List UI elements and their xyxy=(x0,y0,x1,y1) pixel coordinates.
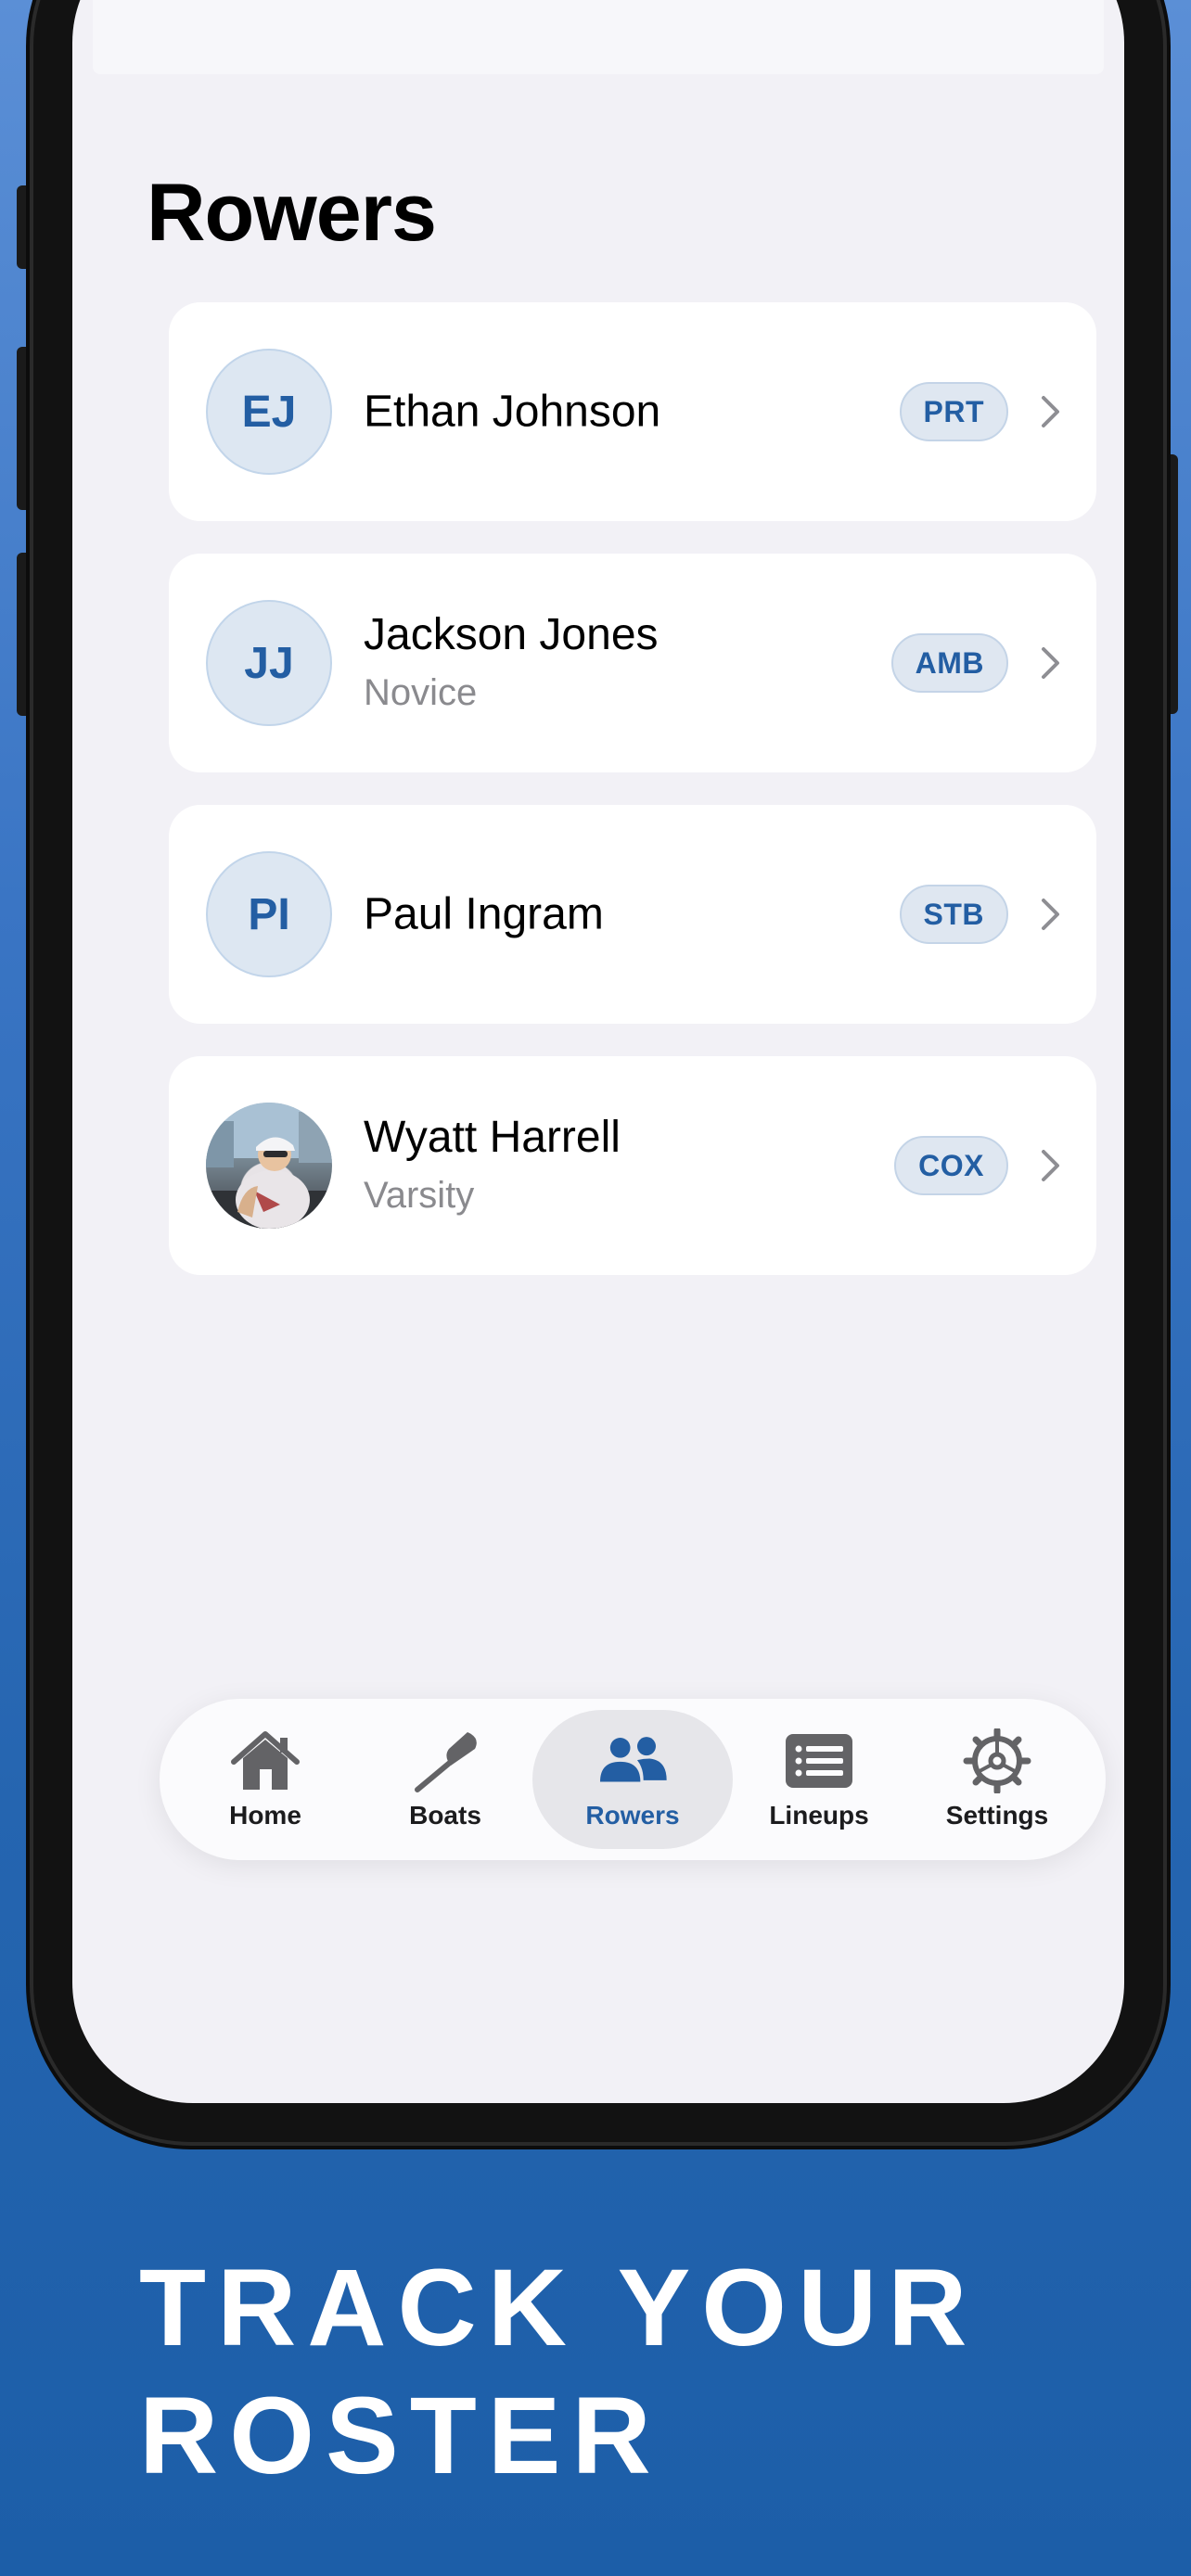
rower-subtitle: Novice xyxy=(364,672,478,713)
tagline-line-2: ROSTER xyxy=(139,2375,662,2497)
tab-label: Rowers xyxy=(585,1801,680,1830)
rower-name: Jackson Jones xyxy=(364,610,659,659)
tab-label: Lineups xyxy=(769,1801,869,1830)
rower-subtitle: Varsity xyxy=(364,1175,475,1216)
tab-rowers[interactable]: Rowers xyxy=(532,1710,733,1849)
phone-volume-down-button xyxy=(17,553,32,716)
tagline-line-1: TRACK YOUR xyxy=(139,2247,979,2369)
tab-settings[interactable]: Settings xyxy=(918,1710,1076,1849)
rower-row[interactable]: Wyatt Harrell Varsity COX xyxy=(169,1056,1096,1275)
phone-screen: Rowers EJ Ethan Johnson PRT JJ Jackson J… xyxy=(72,0,1124,2103)
position-badge: STB xyxy=(899,885,1008,944)
phone-frame: Rowers EJ Ethan Johnson PRT JJ Jackson J… xyxy=(33,0,1163,2142)
tab-label: Settings xyxy=(945,1801,1049,1830)
avatar-initials: PI xyxy=(248,889,290,939)
rower-name: Wyatt Harrell xyxy=(364,1113,621,1162)
rower-name: Paul Ingram xyxy=(364,889,604,939)
rower-name: Ethan Johnson xyxy=(364,387,661,437)
rowers-list: EJ Ethan Johnson PRT JJ Jackson Jones No… xyxy=(169,302,1096,1307)
list-icon xyxy=(786,1734,852,1788)
phone-power-button xyxy=(1163,454,1178,714)
oar-icon xyxy=(415,1732,477,1792)
position-badge: AMB xyxy=(890,633,1008,693)
tab-home[interactable]: Home xyxy=(191,1710,339,1849)
navigation-bar xyxy=(93,0,1104,74)
tab-lineups[interactable]: Lineups xyxy=(740,1710,898,1849)
gear-icon xyxy=(963,1728,1031,1793)
people-icon xyxy=(600,1737,667,1782)
position-badge: PRT xyxy=(899,382,1008,441)
chevron-right-icon xyxy=(1042,396,1059,427)
position-badge: COX xyxy=(894,1136,1008,1195)
house-icon xyxy=(231,1731,300,1790)
phone-side-button xyxy=(17,185,32,269)
rower-photo-image xyxy=(206,1103,332,1229)
avatar-initials: EJ xyxy=(241,387,297,437)
marketing-tagline: TRACK YOUR ROSTER xyxy=(139,2244,979,2500)
chevron-right-icon xyxy=(1042,1150,1059,1181)
avatar: EJ xyxy=(206,349,332,475)
chevron-right-icon xyxy=(1042,899,1059,930)
rower-row[interactable]: EJ Ethan Johnson PRT xyxy=(169,302,1096,521)
chevron-right-icon xyxy=(1042,647,1059,679)
tab-bar: Home Boats Rowers Lineups Settings xyxy=(160,1699,1106,1860)
avatar-initials: JJ xyxy=(244,638,294,688)
page-title: Rowers xyxy=(147,166,437,258)
rower-row[interactable]: JJ Jackson Jones Novice AMB xyxy=(169,554,1096,772)
avatar: JJ xyxy=(206,600,332,726)
tab-boats[interactable]: Boats xyxy=(371,1710,519,1849)
avatar-photo xyxy=(206,1103,332,1229)
tab-label: Home xyxy=(229,1801,301,1830)
phone-volume-up-button xyxy=(17,347,32,510)
avatar: PI xyxy=(206,851,332,977)
tab-label: Boats xyxy=(409,1801,481,1830)
rower-row[interactable]: PI Paul Ingram STB xyxy=(169,805,1096,1024)
